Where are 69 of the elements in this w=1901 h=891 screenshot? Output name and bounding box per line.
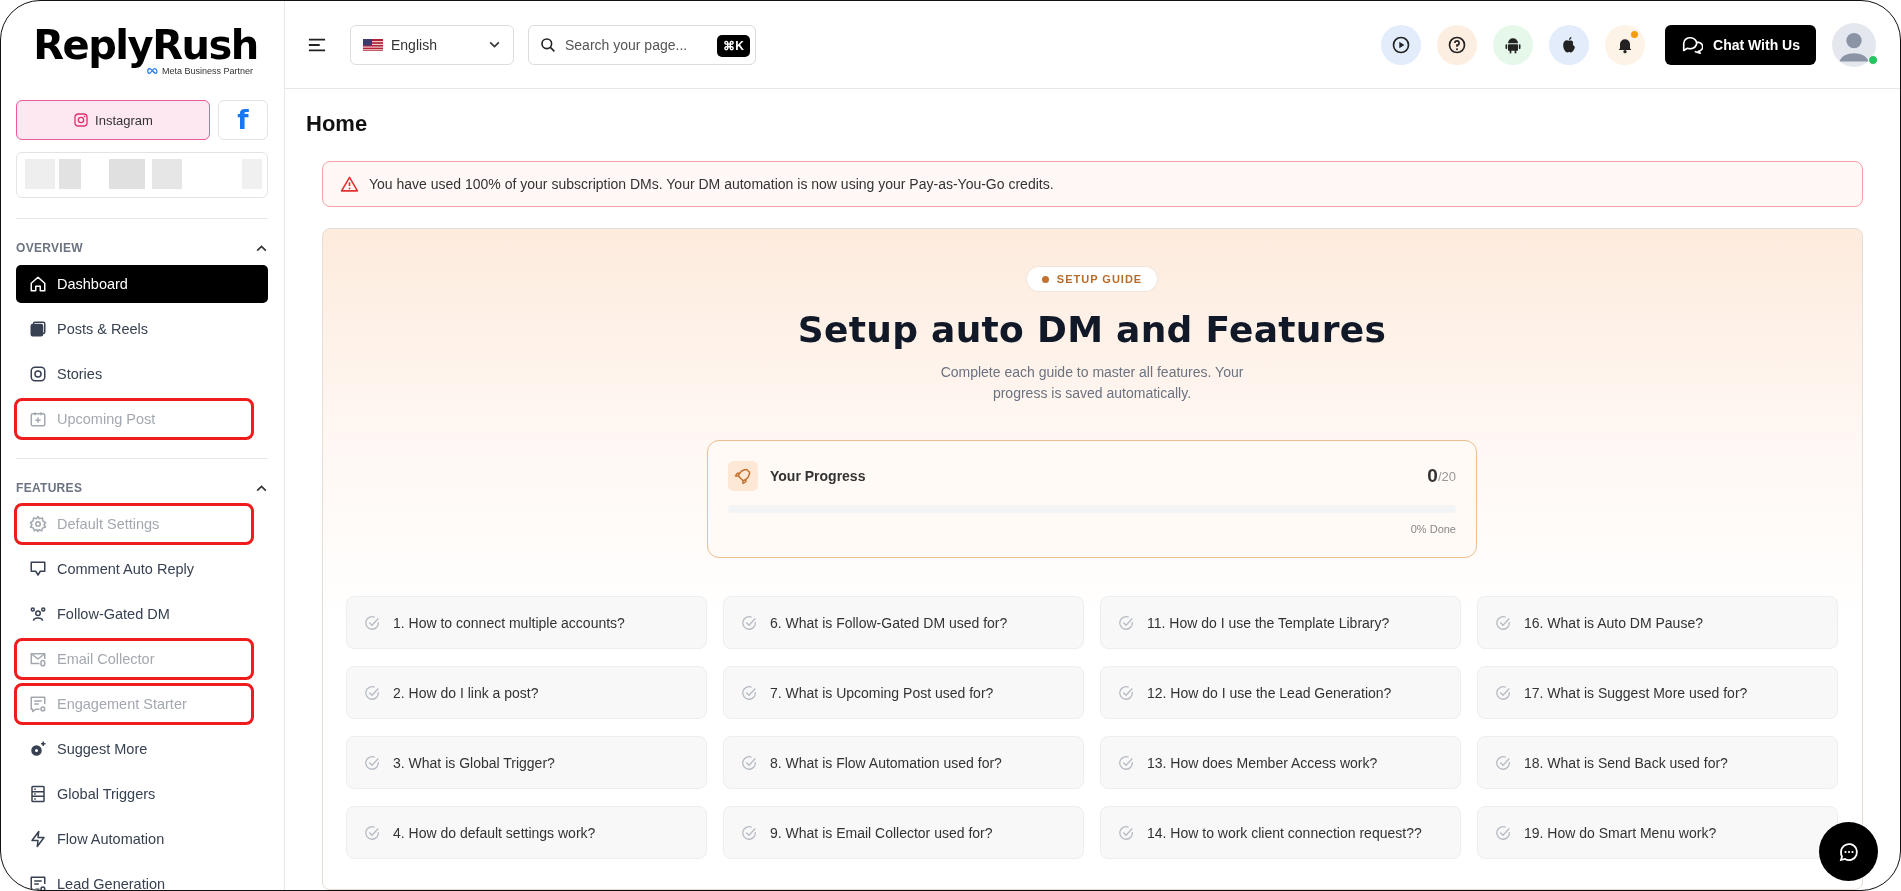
section-title: FEATURES bbox=[16, 481, 83, 495]
guide-item[interactable]: 14. How to work client connection request?? bbox=[1100, 806, 1461, 859]
guide-item[interactable]: 7. What is Upcoming Post used for? bbox=[723, 666, 1084, 719]
guide-item[interactable]: 13. How does Member Access work? bbox=[1100, 736, 1461, 789]
guide-subtitle: Complete each guide to master all features. Your progress is saved automatically. bbox=[939, 363, 1245, 403]
guide-item[interactable]: 12. How do I use the Lead Generation? bbox=[1100, 666, 1461, 719]
guide-item[interactable]: 9. What is Email Collector used for? bbox=[723, 806, 1084, 859]
help-icon bbox=[1447, 34, 1467, 55]
sidebar-item[interactable]: Dashboard bbox=[16, 265, 268, 303]
server-icon bbox=[29, 785, 47, 803]
sidebar-item[interactable]: Lead Generation bbox=[16, 865, 268, 890]
partner-label: Meta Business Partner bbox=[161, 66, 253, 76]
guide-item[interactable]: 18. What is Send Back used for? bbox=[1477, 736, 1838, 789]
sidebar-item[interactable]: Stories bbox=[16, 355, 268, 393]
progress-percent: 0% Done bbox=[1409, 523, 1456, 535]
progress-count: 0 bbox=[1427, 465, 1438, 487]
mail-icon bbox=[29, 650, 47, 668]
setup-guide-badge: SETUP GUIDE bbox=[1026, 267, 1158, 291]
shortcut-badge: ⌘K bbox=[717, 34, 750, 57]
instagram-icon bbox=[29, 365, 47, 383]
guide-item[interactable]: 8. What is Flow Automation used for? bbox=[723, 736, 1084, 789]
sidebar-item[interactable]: Follow-Gated DM bbox=[16, 595, 268, 633]
settings-icon bbox=[29, 515, 47, 533]
guide-item[interactable]: 16. What is Auto DM Pause? bbox=[1477, 596, 1838, 649]
guide-item[interactable]: 6. What is Follow-Gated DM used for? bbox=[723, 596, 1084, 649]
sidebar-item[interactable]: Posts & Reels bbox=[16, 310, 268, 348]
menu-icon[interactable] bbox=[308, 37, 326, 52]
lightning-icon bbox=[29, 830, 47, 848]
sidebar-item[interactable]: Suggest More bbox=[16, 730, 268, 768]
chat-button[interactable]: Chat With Us bbox=[1665, 24, 1816, 65]
calendar-icon bbox=[29, 410, 47, 428]
guide-item[interactable]: 17. What is Suggest More used for? bbox=[1477, 666, 1838, 719]
progress-label: Your Progress bbox=[770, 468, 866, 484]
facebook-tab[interactable]: f bbox=[218, 100, 268, 140]
guide-item[interactable]: 19. How do Smart Menu work? bbox=[1477, 806, 1838, 859]
guide-item[interactable]: 11. How do I use the Template Library? bbox=[1100, 596, 1461, 649]
comments-icon bbox=[29, 560, 47, 578]
android-button[interactable] bbox=[1493, 24, 1533, 65]
people-icon bbox=[29, 605, 47, 623]
images-icon bbox=[29, 320, 47, 338]
sidebar-item[interactable]: Global Triggers bbox=[16, 775, 268, 813]
help-button[interactable] bbox=[1437, 24, 1477, 65]
rocket-icon bbox=[728, 461, 758, 491]
guide-item[interactable]: 2. How do I link a post? bbox=[346, 666, 707, 719]
sidebar-item[interactable]: Comment Auto Reply bbox=[16, 550, 268, 588]
instagram-icon bbox=[73, 112, 90, 128]
page-title: Home bbox=[306, 111, 369, 137]
section-title: OVERVIEW bbox=[16, 241, 83, 255]
us-flag-icon bbox=[363, 38, 383, 51]
message-icon bbox=[29, 875, 47, 890]
infinity-icon bbox=[145, 67, 160, 75]
home-icon bbox=[29, 275, 47, 293]
language-dropdown[interactable]: English bbox=[350, 24, 514, 65]
sidebar-item[interactable]: Flow Automation bbox=[16, 820, 268, 858]
guide-heading: Setup auto DM and Features bbox=[797, 309, 1387, 350]
guide-item[interactable]: 4. How do default settings work? bbox=[346, 806, 707, 859]
play-button[interactable] bbox=[1381, 24, 1421, 65]
gear-sparkle-icon bbox=[29, 740, 47, 758]
instagram-tab[interactable]: Instagram bbox=[16, 100, 210, 140]
guide-item[interactable]: 3. What is Global Trigger? bbox=[346, 736, 707, 789]
play-icon bbox=[1391, 34, 1411, 55]
warning-icon bbox=[340, 174, 359, 194]
progress-total: /20 bbox=[1437, 468, 1456, 484]
message-icon bbox=[29, 695, 47, 713]
notifications-button[interactable] bbox=[1605, 24, 1645, 65]
alert-message: You have used 100% of your subscription DMs. Your DM automation is now using your Pay-as-You-Go credits. bbox=[369, 176, 1054, 192]
apple-button[interactable] bbox=[1549, 24, 1589, 65]
guide-item[interactable]: 1. How to connect multiple accounts? bbox=[346, 596, 707, 649]
avatar[interactable] bbox=[1832, 22, 1876, 67]
